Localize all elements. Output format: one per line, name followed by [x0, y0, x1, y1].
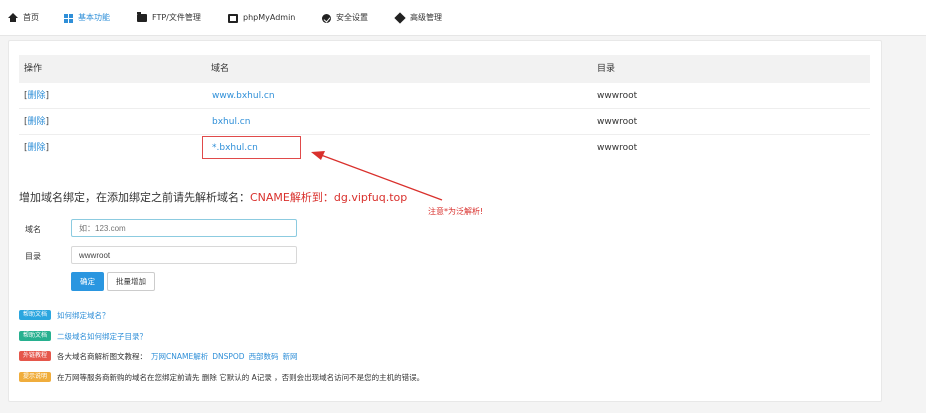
help-row-subdomain: 帮助文档 二级域名如何绑定子目录？: [19, 330, 151, 342]
nav-home-label: 首页: [23, 13, 39, 22]
tutorial-link-wanwang[interactable]: 万网CNAME解析: [151, 351, 208, 362]
help-row-tutorials: 外链教程 各大域名商解析图文教程： 万网CNAME解析 DNSPOD 西部数码 …: [19, 350, 302, 362]
domain-input[interactable]: [71, 219, 297, 237]
domain-label: 域名: [25, 225, 41, 234]
home-icon: [8, 13, 18, 23]
external-tutorial-badge: 外链教程: [19, 351, 52, 361]
tutorial-link-dnspod[interactable]: DNSPOD: [212, 352, 244, 361]
tutorial-link-west[interactable]: 西部数码: [249, 351, 279, 362]
nav-security-label: 安全设置: [336, 13, 368, 22]
dir-label: 目录: [25, 252, 41, 261]
help-row-tip: 提示说明 在万网等服务商新购的域名在您绑定前请先 删除 它默认的 A记录 ，否则…: [19, 371, 428, 383]
bind-notice: 增加域名绑定，在添加绑定之前请先解析域名：CNAME解析到：dg.vipfuq.…: [19, 189, 407, 205]
table-row: [删除] bxhul.cn wwwroot: [19, 109, 870, 135]
help-link-subdomain[interactable]: 二级域名如何绑定子目录？: [57, 331, 147, 342]
bind-notice-text: 增加域名绑定，在添加绑定之前请先解析域名：: [19, 191, 250, 204]
layers-icon: [394, 12, 406, 24]
col-header-action: 操作: [24, 64, 43, 74]
nav-phpmyadmin[interactable]: phpMyAdmin: [228, 11, 295, 25]
grid-icon: [64, 13, 73, 23]
table-header: 操作 域名 目录: [19, 55, 870, 83]
main-panel: 操作 域名 目录 [删除] www.bxhul.cn wwwroot [删除] …: [8, 40, 882, 402]
delete-link[interactable]: [删除]: [24, 109, 49, 135]
dir-value: wwwroot: [597, 117, 638, 127]
nav-basic-functions-label: 基本功能: [78, 13, 110, 22]
delete-link[interactable]: [删除]: [24, 135, 49, 161]
database-icon: [228, 13, 238, 23]
tutorial-link-xinnet[interactable]: 新网: [283, 351, 298, 362]
help-link-bind-domain[interactable]: 如何绑定域名？: [57, 310, 110, 321]
nav-ftp-files-label: FTP/文件管理: [152, 13, 201, 22]
top-nav: 首页 基本功能 FTP/文件管理 phpMyAdmin 安全设置 高级管理: [0, 0, 926, 36]
nav-home[interactable]: 首页: [8, 11, 39, 25]
tutorial-intro: 各大域名商解析图文教程：: [57, 351, 148, 361]
wildcard-note: 注意*为泛解析!: [428, 207, 484, 216]
help-doc-badge: 帮助文档: [19, 331, 52, 341]
table-row: [删除] www.bxhul.cn wwwroot: [19, 83, 870, 109]
col-header-domain: 域名: [211, 64, 230, 74]
wildcard-highlight-box: [202, 136, 301, 159]
nav-security[interactable]: 安全设置: [322, 11, 368, 25]
delete-link[interactable]: [删除]: [24, 83, 49, 109]
dir-input[interactable]: [71, 246, 297, 264]
tip-badge: 提示说明: [19, 372, 52, 382]
nav-advanced[interactable]: 高级管理: [394, 11, 442, 25]
dir-value: wwwroot: [597, 91, 638, 101]
batch-add-button[interactable]: 批量增加: [107, 272, 155, 291]
col-header-dir: 目录: [597, 64, 616, 74]
shield-icon: [322, 13, 331, 23]
nav-ftp-files[interactable]: FTP/文件管理: [137, 11, 201, 25]
domain-link[interactable]: www.bxhul.cn: [212, 83, 275, 109]
nav-advanced-label: 高级管理: [410, 13, 442, 22]
help-doc-badge: 帮助文档: [19, 310, 52, 320]
domain-link[interactable]: bxhul.cn: [212, 109, 250, 135]
help-row-bind-domain: 帮助文档 如何绑定域名？: [19, 309, 114, 321]
nav-phpmyadmin-label: phpMyAdmin: [243, 13, 296, 22]
nav-basic-functions[interactable]: 基本功能: [64, 11, 110, 25]
tip-text: 在万网等服务商新购的域名在您绑定前请先 删除 它默认的 A记录 ，否则会出现域名…: [57, 372, 425, 382]
folder-icon: [137, 12, 147, 22]
confirm-button[interactable]: 确定: [71, 272, 104, 291]
dir-value: wwwroot: [597, 143, 638, 153]
cname-target: CNAME解析到：dg.vipfuq.top: [250, 191, 408, 204]
